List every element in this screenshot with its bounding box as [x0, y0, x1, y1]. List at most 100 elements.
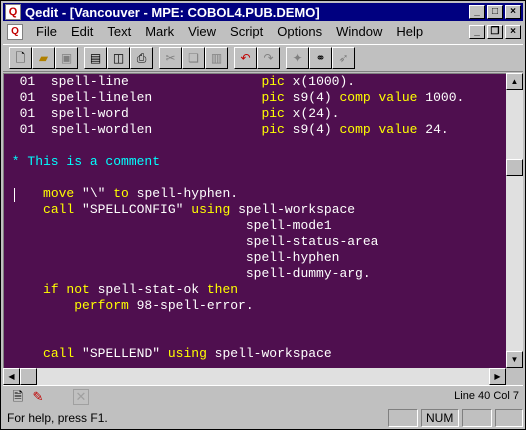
menu-window[interactable]: Window — [329, 23, 389, 41]
code-token: 1000. — [417, 90, 465, 105]
code-token: 24. — [417, 122, 449, 137]
code-token: spell-hyphen. — [128, 186, 239, 201]
find-icon[interactable]: ✦ — [286, 47, 309, 69]
page-icon[interactable]: 🗎 — [9, 388, 27, 406]
vertical-scroll-thumb[interactable] — [506, 159, 523, 176]
code-token: s9(4) — [284, 90, 340, 105]
code-text: 01 spell-line pic x(1000). 01 spell-line… — [4, 74, 465, 362]
cut-icon[interactable]: ✂ — [159, 47, 182, 69]
menu-options[interactable]: Options — [270, 23, 329, 41]
code-token: spell-mode1 — [4, 218, 332, 233]
scroll-down-arrow-icon[interactable]: ▼ — [506, 351, 523, 368]
open-folder-icon[interactable]: ▰ — [32, 47, 55, 69]
code-line[interactable]: 01 spell-line pic x(1000). — [4, 74, 464, 90]
code-token: 01 spell-line — [4, 74, 262, 89]
code-token: using — [167, 346, 207, 361]
code-line[interactable] — [4, 330, 464, 346]
status-panel-empty-3 — [495, 409, 523, 427]
code-line[interactable]: spell-dummy-arg. — [4, 266, 464, 282]
toolbar: 🗋 ▰ ▣ ▤ ◫ ⎙ ✂ ❏ ▥ ↶ ↷ ✦ ⚭ ➶ — [3, 44, 523, 72]
horizontal-scrollbar[interactable]: ◀ ▶ — [3, 368, 506, 385]
code-token: pic — [261, 74, 285, 89]
code-line[interactable]: call "SPELLCONFIG" using spell-workspace — [4, 202, 464, 218]
doc-close-button[interactable]: × — [505, 25, 521, 39]
title-bar[interactable]: Q Qedit - [Vancouver - MPE: COBOL4.PUB.D… — [3, 3, 523, 21]
code-line[interactable]: spell-mode1 — [4, 218, 464, 234]
scroll-right-arrow-icon[interactable]: ▶ — [489, 368, 506, 385]
new-file-icon[interactable]: 🗋 — [9, 47, 32, 69]
doc-minimize-button[interactable]: _ — [469, 25, 485, 39]
disabled-x-icon[interactable]: ✕ — [73, 388, 89, 405]
code-editor[interactable]: 01 spell-line pic x(1000). 01 spell-line… — [3, 73, 506, 368]
code-line[interactable]: spell-status-area — [4, 234, 464, 250]
scroll-up-arrow-icon[interactable]: ▲ — [506, 73, 523, 90]
minimize-button[interactable]: _ — [469, 5, 485, 19]
code-token: spell-workspace — [206, 346, 332, 361]
code-line[interactable]: move "\" to spell-hyphen. — [4, 186, 464, 202]
scroll-left-arrow-icon[interactable]: ◀ — [3, 368, 20, 385]
menu-file[interactable]: File — [29, 23, 64, 41]
menu-help[interactable]: Help — [389, 23, 430, 41]
redo-icon[interactable]: ↷ — [257, 47, 280, 69]
code-token: move — [43, 186, 75, 201]
find-next-icon[interactable]: ➶ — [332, 47, 355, 69]
code-token: "\" — [74, 186, 114, 201]
code-token: call — [43, 202, 75, 217]
code-token: spell-status-area — [4, 234, 379, 249]
code-line[interactable]: perform 98-spell-error. — [4, 298, 464, 314]
pencil-icon[interactable]: ✎ — [29, 388, 47, 406]
code-line[interactable]: call "SPELLEND" using spell-workspace — [4, 346, 464, 362]
compare-icon[interactable]: ◫ — [107, 47, 130, 69]
code-token: perform — [74, 298, 129, 313]
code-line[interactable]: 01 spell-wordlen pic s9(4) comp value 24… — [4, 122, 464, 138]
code-token: x(24). — [284, 106, 340, 121]
menu-bar: Q File Edit Text Mark View Script Option… — [3, 22, 523, 42]
code-token: pic — [261, 122, 285, 137]
code-line[interactable] — [4, 138, 464, 154]
code-line[interactable] — [4, 170, 464, 186]
print-preview-icon[interactable]: ▤ — [84, 47, 107, 69]
code-token: "SPELLEND" — [74, 346, 168, 361]
code-token: x(1000). — [284, 74, 356, 89]
menu-mark[interactable]: Mark — [138, 23, 181, 41]
vertical-scrollbar[interactable]: ▲ ▼ — [506, 73, 523, 368]
help-text: For help, press F1. — [7, 411, 108, 425]
print-icon[interactable]: ⎙ — [130, 47, 153, 69]
code-token: 01 spell-word — [4, 106, 262, 121]
code-line[interactable]: spell-hyphen — [4, 250, 464, 266]
code-token: spell-dummy-arg. — [4, 266, 371, 281]
text-cursor — [14, 188, 15, 202]
menu-text[interactable]: Text — [100, 23, 138, 41]
code-token: "SPELLCONFIG" — [74, 202, 192, 217]
maximize-button[interactable]: □ — [487, 5, 503, 19]
doc-restore-button[interactable]: ❐ — [487, 25, 503, 39]
menu-edit[interactable]: Edit — [64, 23, 100, 41]
menu-view[interactable]: View — [181, 23, 223, 41]
code-token: spell-stat-ok — [89, 282, 207, 297]
document-menu-icon[interactable]: Q — [7, 24, 23, 40]
application-window: Q Qedit - [Vancouver - MPE: COBOL4.PUB.D… — [0, 0, 526, 430]
num-lock-indicator: NUM — [421, 409, 459, 427]
code-line[interactable] — [4, 314, 464, 330]
status-bar: For help, press F1. NUM — [3, 408, 523, 428]
code-token: to — [113, 186, 129, 201]
code-token: spell-hyphen — [4, 250, 340, 265]
binoculars-icon[interactable]: ⚭ — [309, 47, 332, 69]
undo-icon[interactable]: ↶ — [234, 47, 257, 69]
code-line[interactable]: 01 spell-linelen pic s9(4) comp value 10… — [4, 90, 465, 106]
code-token: 01 spell-linelen — [4, 90, 262, 105]
code-line[interactable]: * This is a comment — [4, 154, 464, 170]
menu-script[interactable]: Script — [223, 23, 270, 41]
copy-icon[interactable]: ❏ — [182, 47, 205, 69]
close-button[interactable]: × — [505, 5, 521, 19]
horizontal-scroll-thumb[interactable] — [20, 368, 37, 385]
paste-icon[interactable]: ▥ — [205, 47, 228, 69]
code-line[interactable]: if not spell-stat-ok then — [4, 282, 464, 298]
line-col-indicator: Line 40 Col 7 — [454, 390, 519, 402]
code-line[interactable]: 01 spell-word pic x(24). — [4, 106, 464, 122]
qedit-app-icon[interactable]: Q — [5, 4, 21, 20]
save-icon[interactable]: ▣ — [55, 47, 78, 69]
